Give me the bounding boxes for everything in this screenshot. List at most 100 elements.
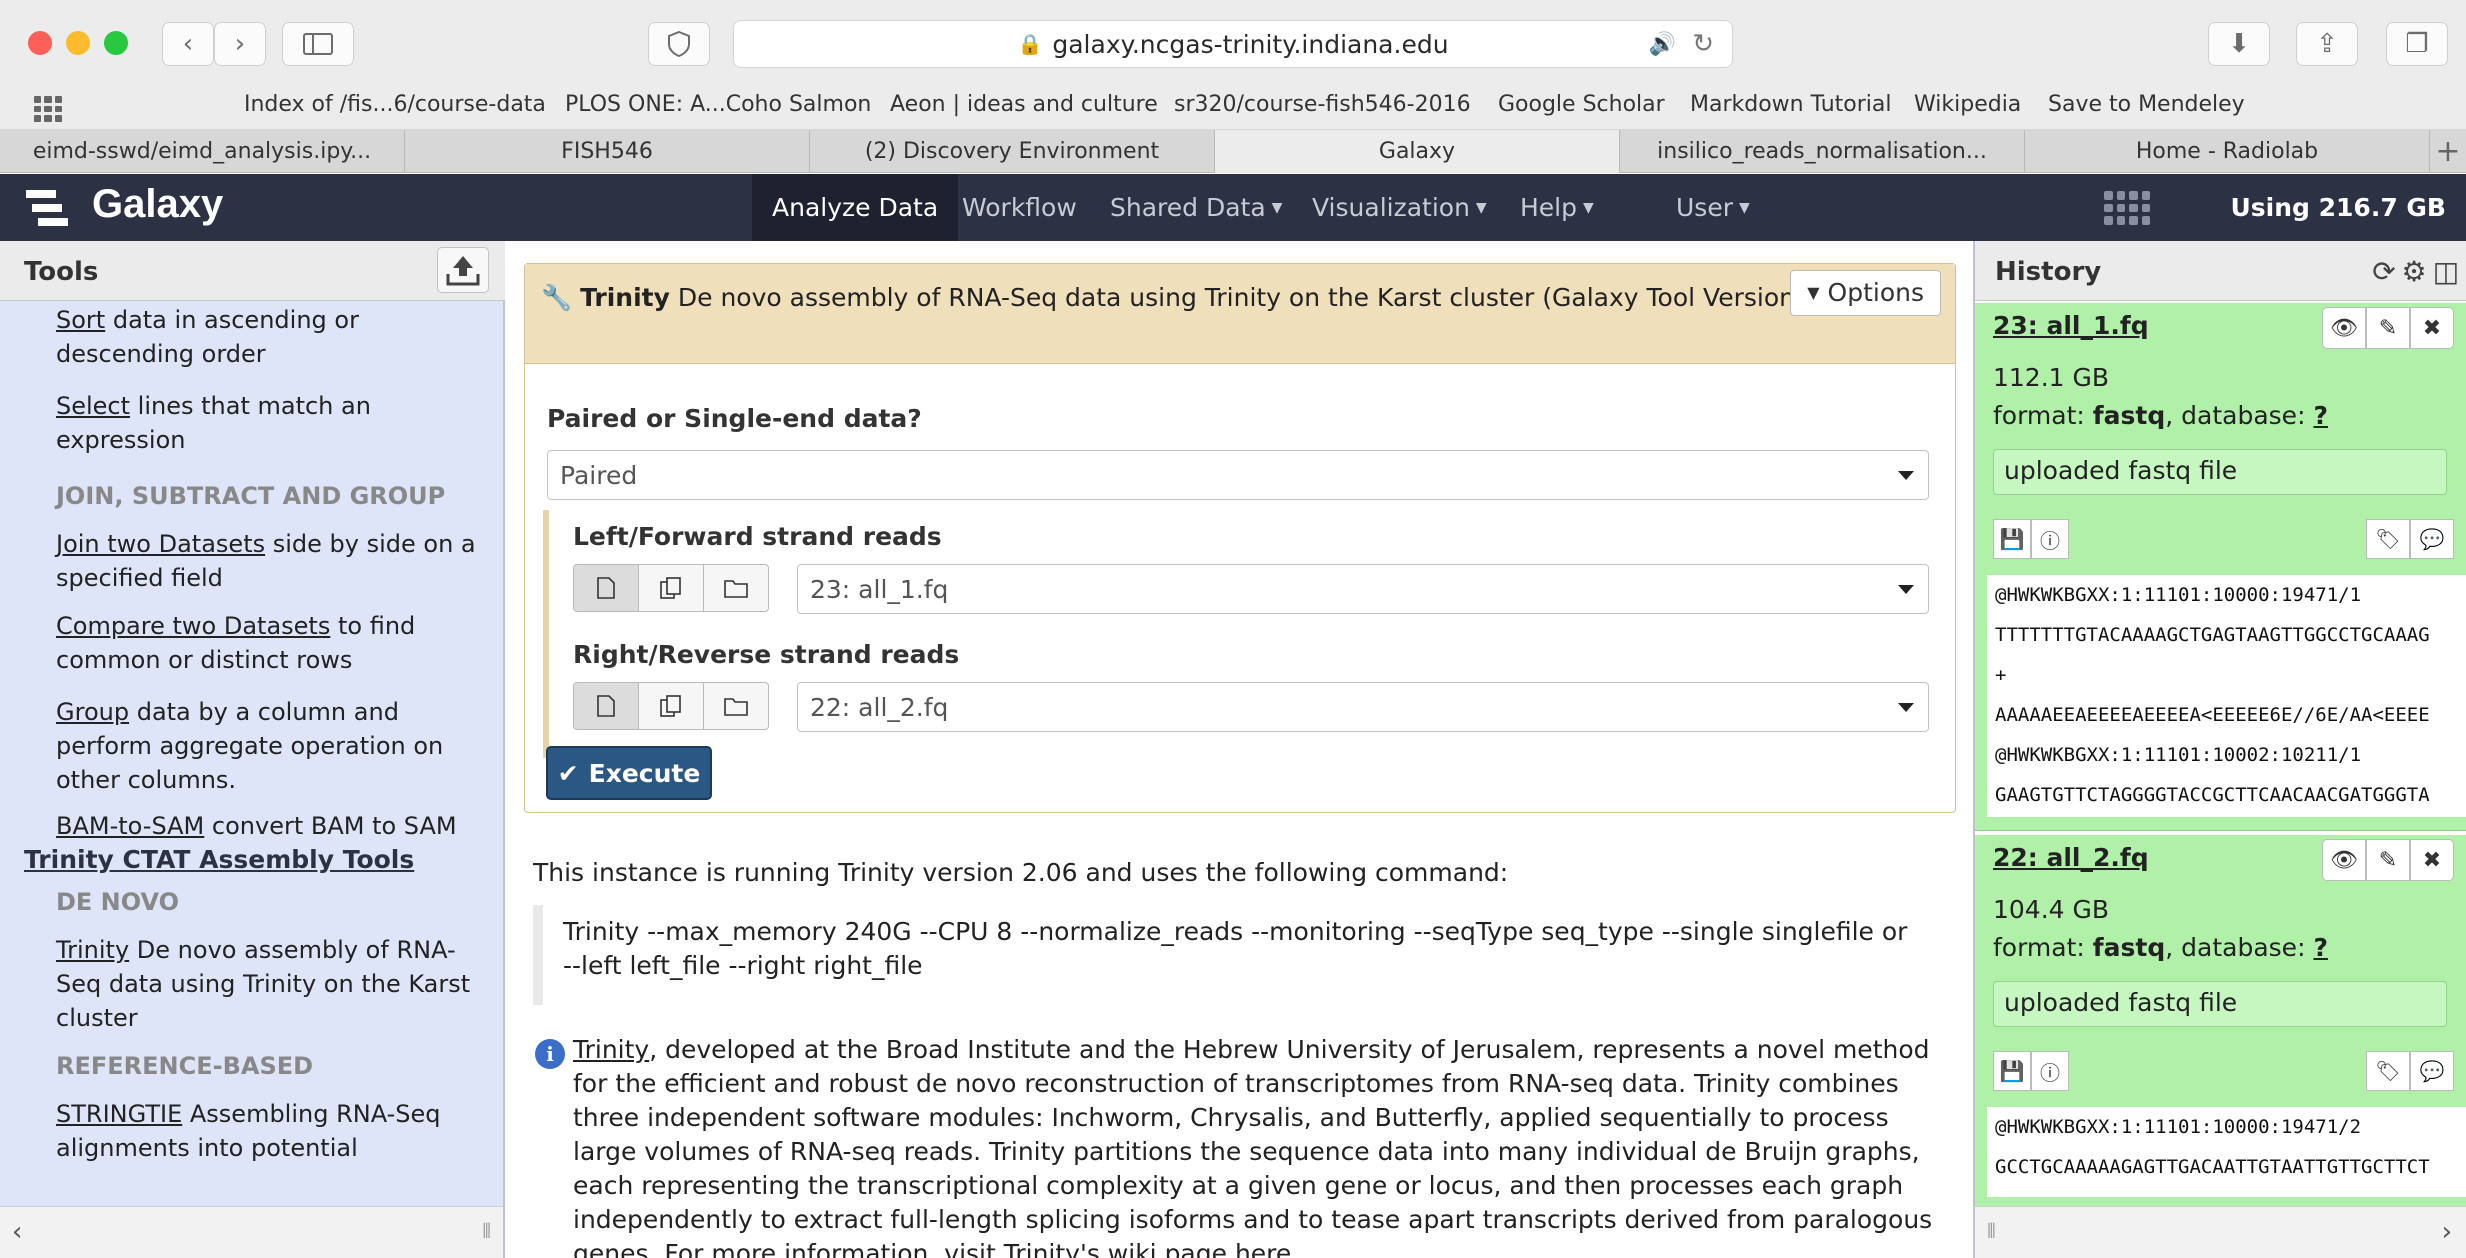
close-icon[interactable]: ✖ bbox=[2410, 307, 2454, 349]
bookmark[interactable]: Index of /fis...6/course-data bbox=[244, 92, 546, 117]
bookmark[interactable]: Markdown Tutorial bbox=[1690, 92, 1891, 117]
galaxy-logo-icon[interactable] bbox=[26, 188, 68, 228]
downloads-button[interactable]: ⬇ bbox=[2208, 22, 2270, 66]
tool-panel-scrollbar[interactable]: ‹ ⦀ bbox=[0, 1206, 503, 1258]
tool-link[interactable]: STRINGTIE bbox=[56, 1100, 182, 1128]
browser-tab[interactable]: (2) Discovery Environment bbox=[810, 130, 1215, 173]
eye-icon[interactable]: 👁 bbox=[2322, 839, 2366, 881]
dataset-info: uploaded fastq file bbox=[1993, 449, 2447, 495]
tags-icon[interactable]: 🏷 bbox=[2366, 1051, 2410, 1091]
tool-sort[interactable]: Sort data in ascending or descending ord… bbox=[56, 303, 476, 371]
tool-select[interactable]: Select lines that match an expression bbox=[56, 389, 476, 457]
bookmark[interactable]: Wikipedia bbox=[1914, 92, 2021, 117]
tool-bam-to-sam[interactable]: BAM-to-SAM convert BAM to SAM bbox=[56, 809, 476, 843]
close-icon[interactable]: ✖ bbox=[2410, 839, 2454, 881]
browser-tab[interactable]: FISH546 bbox=[405, 130, 810, 173]
nav-shared-data[interactable]: Shared Data ▼ bbox=[1090, 174, 1302, 241]
comment-icon[interactable]: 💬 bbox=[2410, 1051, 2454, 1091]
tool-link[interactable]: Join two Datasets bbox=[56, 530, 265, 558]
back-button[interactable]: ‹ bbox=[162, 22, 214, 66]
bookmark[interactable]: sr320/course-fish546-2016 bbox=[1174, 92, 1471, 117]
left-reads-select[interactable]: 23: all_1.fq bbox=[797, 564, 1929, 614]
reload-icon[interactable]: ↻ bbox=[1692, 29, 1714, 59]
history-scrollbar[interactable]: ⦀ › bbox=[1975, 1206, 2466, 1258]
right-input-mode-toggle[interactable] bbox=[573, 682, 769, 730]
nav-user[interactable]: User ▼ bbox=[1656, 174, 1770, 241]
tool-category[interactable]: Trinity CTAT Assembly Tools bbox=[24, 843, 414, 877]
brand-name[interactable]: Galaxy bbox=[92, 182, 223, 227]
comment-icon[interactable]: 💬 bbox=[2410, 519, 2454, 559]
browser-tab-active[interactable]: Galaxy bbox=[1215, 130, 1620, 173]
resize-handle-icon[interactable]: ⦀ bbox=[482, 1219, 491, 1243]
nav-analyze-data[interactable]: Analyze Data bbox=[752, 174, 959, 241]
right-reads-select[interactable]: 22: all_2.fq bbox=[797, 682, 1929, 732]
save-icon[interactable]: 💾 bbox=[1993, 1051, 2031, 1091]
tool-link[interactable]: BAM-to-SAM bbox=[56, 812, 204, 840]
columns-icon[interactable]: ◫ bbox=[2430, 255, 2462, 288]
execute-button[interactable]: ✔ Execute bbox=[546, 746, 712, 800]
resize-handle-icon[interactable]: ⦀ bbox=[1987, 1219, 1996, 1243]
tool-link[interactable]: Trinity bbox=[56, 936, 129, 964]
tool-join[interactable]: Join two Datasets side by side on a spec… bbox=[56, 527, 476, 595]
folder-icon[interactable] bbox=[704, 565, 768, 611]
folder-icon[interactable] bbox=[704, 683, 768, 729]
save-icon[interactable]: 💾 bbox=[1993, 519, 2031, 559]
scratchbook-grid-icon[interactable] bbox=[2104, 191, 2150, 225]
tool-link[interactable]: Group bbox=[56, 698, 129, 726]
forward-button[interactable]: › bbox=[214, 22, 266, 66]
left-input-mode-toggle[interactable] bbox=[573, 564, 769, 612]
speaker-icon[interactable]: 🔊 bbox=[1649, 32, 1676, 57]
pencil-icon[interactable]: ✎ bbox=[2366, 839, 2410, 881]
privacy-shield-button[interactable] bbox=[648, 22, 710, 66]
tool-link[interactable]: Sort bbox=[56, 306, 105, 334]
pencil-icon[interactable]: ✎ bbox=[2366, 307, 2410, 349]
tool-stringtie[interactable]: STRINGTIE Assembling RNA-Seq alignments … bbox=[56, 1097, 476, 1165]
chevron-left-icon[interactable]: ‹ bbox=[12, 1217, 22, 1247]
dataset-title[interactable]: 22: all_2.fq bbox=[1993, 843, 2149, 872]
single-dataset-icon[interactable] bbox=[574, 565, 639, 611]
new-tab-button[interactable]: + bbox=[2430, 130, 2466, 172]
dataset-title[interactable]: 23: all_1.fq bbox=[1993, 311, 2149, 340]
chevron-right-icon: › bbox=[234, 29, 246, 59]
tool-compare[interactable]: Compare two Datasets to find common or d… bbox=[56, 609, 476, 677]
sidebar-toggle-button[interactable] bbox=[282, 22, 354, 66]
database-value[interactable]: ? bbox=[2313, 401, 2328, 430]
tags-icon[interactable]: 🏷 bbox=[2366, 519, 2410, 559]
browser-tab[interactable]: eimd-sswd/eimd_analysis.ipy... bbox=[0, 130, 405, 173]
nav-visualization[interactable]: Visualization ▼ bbox=[1292, 174, 1507, 241]
bookmark[interactable]: Google Scholar bbox=[1498, 92, 1665, 117]
share-button[interactable]: ⇪ bbox=[2296, 22, 2358, 66]
bookmark[interactable]: Save to Mendeley bbox=[2048, 92, 2245, 117]
tabs-overview-button[interactable]: ❐ bbox=[2386, 22, 2448, 66]
zoom-window-button[interactable] bbox=[104, 31, 128, 55]
paired-select[interactable]: Paired bbox=[547, 450, 1929, 500]
tool-group[interactable]: Group data by a column and perform aggre… bbox=[56, 695, 476, 797]
browser-tab[interactable]: Home - Radiolab bbox=[2025, 130, 2430, 173]
chevron-right-icon[interactable]: › bbox=[2442, 1217, 2452, 1247]
bookmark[interactable]: Aeon | ideas and culture bbox=[890, 92, 1158, 117]
nav-help[interactable]: Help ▼ bbox=[1500, 174, 1614, 241]
options-button[interactable]: ▼ Options bbox=[1790, 270, 1941, 316]
browser-tab[interactable]: insilico_reads_normalisation... bbox=[1620, 130, 2025, 173]
single-dataset-icon[interactable] bbox=[574, 683, 639, 729]
address-bar[interactable]: 🔒 galaxy.ncgas-trinity.indiana.edu 🔊 ↻ bbox=[733, 20, 1733, 68]
tool-trinity[interactable]: Trinity De novo assembly of RNA-Seq data… bbox=[56, 933, 476, 1035]
upload-button[interactable] bbox=[437, 247, 489, 293]
database-value[interactable]: ? bbox=[2313, 933, 2328, 962]
close-window-button[interactable] bbox=[28, 31, 52, 55]
tool-link[interactable]: Select bbox=[56, 392, 130, 420]
nav-workflow[interactable]: Workflow bbox=[942, 174, 1097, 241]
multiple-datasets-icon[interactable] bbox=[639, 683, 704, 729]
bookmark[interactable]: PLOS ONE: A...Coho Salmon bbox=[565, 92, 871, 117]
multiple-datasets-icon[interactable] bbox=[639, 565, 704, 611]
info-circle-icon[interactable]: ⓘ bbox=[2031, 1051, 2069, 1091]
apps-grid-icon[interactable] bbox=[34, 96, 62, 122]
gear-icon[interactable]: ⚙ bbox=[2398, 255, 2430, 288]
refresh-icon[interactable]: ⟳ bbox=[2368, 255, 2400, 288]
eye-icon[interactable]: 👁 bbox=[2322, 307, 2366, 349]
peek-line: AAAAAEEAEEEEAEEEEA<EEEEE6E//6E/AA<EEEE bbox=[1995, 704, 2430, 726]
trinity-link[interactable]: Trinity bbox=[573, 1035, 649, 1064]
minimize-window-button[interactable] bbox=[66, 31, 90, 55]
tool-link[interactable]: Compare two Datasets bbox=[56, 612, 330, 640]
info-circle-icon[interactable]: ⓘ bbox=[2031, 519, 2069, 559]
